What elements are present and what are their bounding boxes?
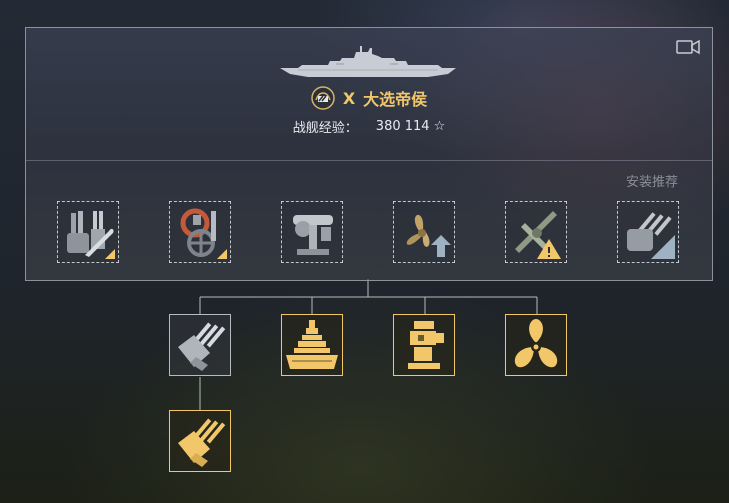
damage-control-system-slot[interactable] — [169, 201, 231, 263]
ship-name: 大选帝侯 — [363, 90, 428, 109]
camera-icon — [676, 39, 700, 55]
seaplane-warning-icon — [515, 211, 561, 259]
recommended-install-link[interactable]: 安装推荐 — [626, 171, 678, 190]
main-battery-icon — [178, 322, 226, 371]
camera-button[interactable] — [676, 39, 700, 55]
gun-fire-control-slot[interactable] — [617, 201, 679, 263]
german-nation-emblem-icon — [311, 86, 335, 110]
artillery-rangefinder-slot[interactable] — [281, 201, 343, 263]
main-battery-wrench-icon — [67, 211, 115, 259]
ship-silhouette-image — [280, 46, 456, 77]
fire-control-icon — [408, 321, 444, 369]
propeller-upgrade-icon — [406, 214, 451, 257]
hull-module[interactable] — [281, 314, 343, 376]
star-icon: ☆ — [433, 118, 446, 134]
ship-xp-row: 战舰经验： 380 114 ☆ — [26, 116, 712, 136]
main-battery-upgraded-module[interactable] — [169, 410, 231, 472]
fire-control-module[interactable] — [393, 314, 455, 376]
xp-label: 战舰经验： — [292, 120, 358, 136]
panel-divider — [26, 160, 712, 161]
ship-info-panel: X 大选帝侯 战舰经验： 380 114 ☆ 安装推荐 — [25, 27, 713, 281]
ship-header: X 大选帝侯 战舰经验： 380 114 ☆ — [26, 28, 712, 160]
propeller-icon — [514, 319, 558, 368]
main-battery-module[interactable] — [169, 314, 231, 376]
hose-valve-icon — [180, 208, 227, 259]
hull-icon — [286, 320, 338, 369]
engine-module[interactable] — [505, 314, 567, 376]
rangefinder-icon — [293, 215, 333, 255]
main-armaments-modification-slot[interactable] — [57, 201, 119, 263]
xp-value-group: 380 114 ☆ — [376, 119, 445, 134]
aircraft-modification-slot[interactable] — [505, 201, 567, 263]
ship-tier: X — [342, 88, 356, 108]
main-battery-icon — [178, 418, 226, 467]
propulsion-modification-slot[interactable] — [393, 201, 455, 263]
xp-value: 380 114 — [375, 118, 430, 134]
ship-title-row: X 大选帝侯 — [26, 86, 712, 110]
turret-range-icon — [627, 212, 675, 259]
